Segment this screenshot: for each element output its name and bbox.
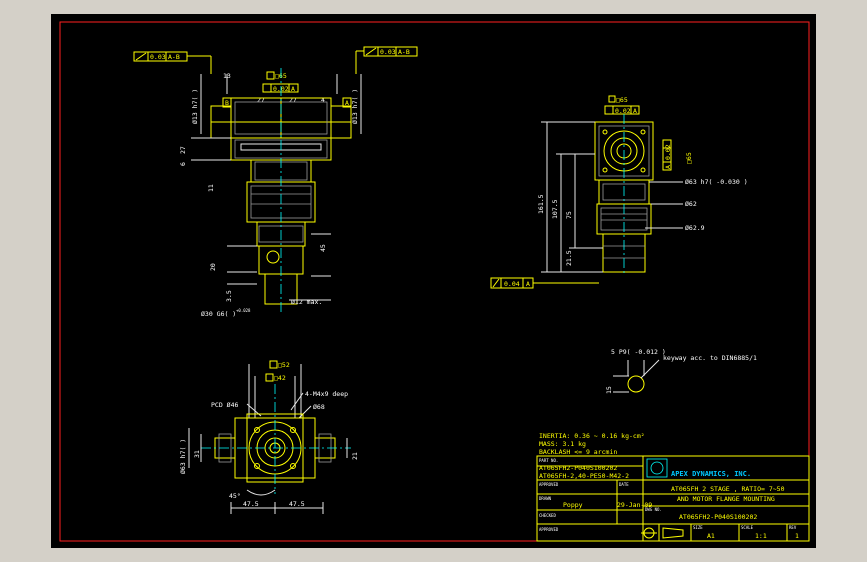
tb-partno-1: AT065FH2-P040S100202: [539, 464, 617, 472]
dim-21-5: 21.5: [565, 250, 573, 266]
bottom-dia63: Ø63 h7( ): [179, 439, 187, 474]
dim-21: 21: [351, 452, 359, 460]
front-sq65v: □65: [685, 152, 693, 164]
dim-75: 75: [565, 211, 573, 219]
dim-27-flange: 27: [179, 146, 187, 154]
dim-107-5: 107.5: [551, 199, 559, 219]
note-backlash: BACKLASH <= 9 arcmin: [539, 448, 617, 456]
tb-partno-label: PART NO.: [539, 458, 558, 463]
holes-note: 4-M4x9 deep: [305, 390, 348, 398]
cad-drawing-viewport[interactable]: 0.03 A-B 0.03 A-B □65 0.02 A B A Ø13 h7(…: [51, 14, 816, 548]
tb-scale: 1:1: [755, 532, 767, 540]
front-sq65: □65: [616, 96, 628, 104]
dim-161-5: 161.5: [537, 194, 545, 214]
tol-right-value: 0.03: [380, 48, 396, 56]
dim-47-5b: 47.5: [289, 500, 305, 508]
dim-3-5: 3.5: [225, 290, 233, 302]
dim-dia62: Ø62: [685, 200, 697, 208]
front-view: □65 0.02 A 0.02 A □65 161.5 107.5 75 21.…: [490, 95, 748, 289]
dim-15: 15: [605, 386, 613, 394]
tol-right-ref: A-B: [398, 48, 410, 56]
tb-rev-label: REV: [789, 525, 797, 530]
tol-left-value: 0.03: [150, 53, 166, 61]
note-mass: MASS: 3.1 kg: [539, 440, 586, 448]
tb-approved-label: APPROVED: [539, 482, 559, 487]
drawing-frame: [59, 21, 810, 542]
tb-drawn-label: DRAWN: [539, 496, 552, 501]
tb-title-1: AT065FH 2 STAGE , RATIO= 7~50: [671, 485, 785, 493]
bottom-sq52: □52: [278, 361, 290, 369]
perp-ref: A: [526, 280, 530, 288]
tb-date-label: DATE: [619, 482, 629, 487]
flatness-ref: A: [291, 85, 295, 93]
bottom-sq42: □42: [274, 374, 286, 382]
note-inertia: INERTIA: 0.36 ~ 0.16 kg-cm²: [539, 432, 645, 440]
dim-dia62-9: Ø62.9: [685, 224, 705, 232]
tb-size-label: SIZE: [693, 525, 703, 530]
dim-20: 20: [209, 263, 217, 271]
tb-scale-label: SCALE: [741, 525, 754, 530]
tb-title-2: AND MOTOR FLANGE MOUNTING: [677, 495, 775, 503]
title-block: PART NO. AT065FH2-P040S100202 AT065FH-2,…: [536, 455, 810, 542]
bottom-statusbar: [0, 548, 867, 562]
dim-13: 13: [223, 72, 231, 80]
dim-dia63: Ø63 h7( -0.030 ): [685, 178, 748, 186]
tb-checked-label: CHECKED: [539, 513, 556, 518]
tb-drawn-by: Poppy: [563, 501, 583, 509]
dim-45deg: 45°: [229, 492, 241, 500]
tb-dwg-no: AT065FH2-P040S100202: [679, 513, 757, 521]
tb-size: A1: [707, 532, 715, 540]
company-name: APEX DYNAMICS, INC.: [671, 470, 751, 478]
pcd-note: PCD Ø46: [211, 401, 238, 409]
tb-rev: 1: [795, 532, 799, 540]
dim-6: 6: [179, 162, 187, 166]
tb-dwg-label: DWG NO.: [645, 507, 662, 512]
dim-dia13-right: Ø13 h7( ): [351, 89, 359, 124]
notes: INERTIA: 0.36 ~ 0.16 kg-cm² MASS: 3.1 kg…: [539, 432, 645, 456]
dim-27a: 27: [257, 96, 265, 104]
dim-dia12: Ø12 max.: [291, 298, 322, 306]
dim-47-5a: 47.5: [243, 500, 259, 508]
top-toolbar: [0, 0, 867, 14]
dim-31: 31: [193, 450, 201, 458]
key-dim: 5 P9( -0.012 ): [611, 348, 666, 356]
bottom-view: □52 □42 4-M4x9 deep PCD Ø46 Ø68 Ø63 h7( …: [179, 360, 359, 514]
front-flat-ref: A: [633, 107, 637, 115]
dim-4: 4: [321, 96, 325, 104]
drawing-canvas: 0.03 A-B 0.03 A-B □65 0.02 A B A Ø13 h7(…: [59, 21, 810, 542]
dim-dia30: Ø30 G6( ): [201, 310, 236, 318]
tol-left-ref: A-B: [168, 53, 180, 61]
key-detail: 5 P9( -0.012 ) keyway acc. to DIN6885/1 …: [605, 348, 757, 394]
front-flatness: 0.02: [615, 107, 631, 115]
dim-dia13-left: Ø13 h7( ): [191, 89, 199, 124]
dim-27b: 27: [289, 96, 297, 104]
perp-value: 0.04: [504, 280, 520, 288]
keyway-note: keyway acc. to DIN6885/1: [663, 354, 757, 362]
dim-11: 11: [207, 184, 215, 192]
side-view: 0.03 A-B 0.03 A-B □65 0.02 A B A Ø13 h7(…: [133, 46, 418, 318]
front-right-flat: 0.02: [664, 144, 672, 160]
dim-dia30-tol: +0.028: [236, 308, 251, 313]
dim-dia68: Ø68: [313, 403, 325, 411]
dim-45: 45: [319, 244, 327, 252]
tb-partno-2: AT065FH-2,40-PE50-M42-2: [539, 472, 629, 480]
tb-approved2-label: APPROVED: [539, 527, 559, 532]
front-right-ref: A: [664, 165, 672, 169]
